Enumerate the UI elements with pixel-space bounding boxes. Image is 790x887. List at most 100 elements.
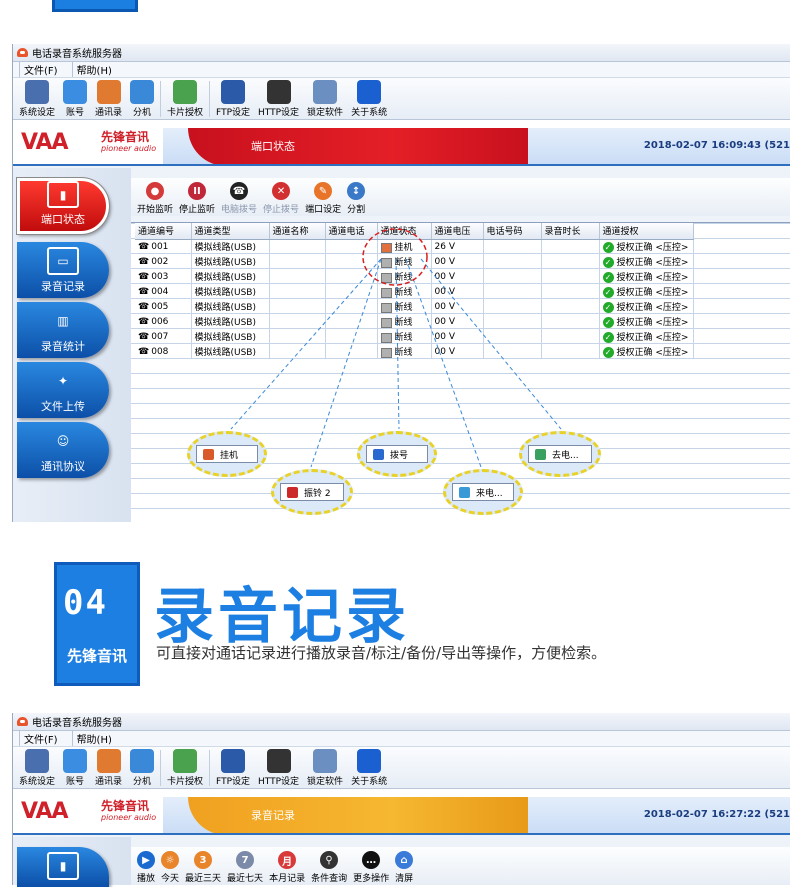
banner-datetime: 2018-02-07 16:09:43 (521	[643, 140, 790, 151]
menu-file[interactable]: 文件(F)	[19, 62, 62, 77]
nav-recordings[interactable]: ▭ 录音记录	[17, 242, 109, 298]
menu-bar: 文件(F) 帮助(H)	[13, 62, 790, 78]
toolbar-label: 卡片授权	[167, 777, 204, 787]
brand-logo-cn: 先锋音讯	[101, 130, 150, 144]
notebook-icon	[96, 749, 121, 773]
nav-port-status[interactable]: ▮ 端口状态	[16, 177, 110, 235]
menu-help[interactable]: 帮助(H)	[71, 731, 116, 746]
main-toolbar: 系统设定 账号 通讯录 分机 卡片授权 FTP设定 HTTP设定 锁定软件 关于系统	[13, 78, 790, 120]
main-panel: ● 开始监听 II 停止监听 ☎ 电脑拨号 ✕ 停止拨号 ✎ 端口设定 ↕ 分割 通道编号 通道类型 通道…	[131, 178, 790, 522]
app-window-recordings: 电话录音系统服务器 文件(F) 帮助(H) 系统设定 账号 通讯录 分机 卡片授权 FTP…	[12, 713, 790, 887]
section-badge: 04 先锋音讯	[54, 562, 140, 686]
bar-chart-icon: ▥	[57, 314, 69, 328]
nav-label: 文件上传	[41, 400, 85, 413]
hangup-icon	[203, 448, 214, 460]
legend-bubble-dial: 拨号	[357, 431, 437, 477]
toolbar-button-2[interactable]: 通讯录	[95, 78, 122, 118]
toolbar-button-6[interactable]: HTTP设定	[258, 747, 299, 787]
control-button-0[interactable]: ▶ 播放	[137, 847, 155, 884]
toolbar-button-4[interactable]: 卡片授权	[167, 747, 203, 787]
section-description: 可直接对通话记录进行播放录音/标注/备份/导出等操作，方便检索。	[156, 644, 607, 662]
control-icon: ⌂	[395, 851, 414, 869]
toolbar-label: 关于系统	[351, 777, 388, 787]
toolbar-button-0[interactable]: 系统设定	[19, 78, 55, 118]
toolbar-label: 系统设定	[19, 777, 56, 787]
brand-logo-en: pioneer audio	[101, 813, 157, 822]
control-label: 最近三天	[185, 874, 222, 884]
toolbar-label: 锁定软件	[307, 777, 344, 787]
control-button-7[interactable]: ⌂ 清屏	[395, 847, 413, 884]
legend-bubble-ringing: 振铃 2	[271, 469, 353, 515]
toolbar-button-5[interactable]: FTP设定	[216, 78, 250, 118]
control-label: 分割	[347, 205, 366, 215]
toolbar-separator	[160, 750, 162, 786]
toolbar-button-1[interactable]: 账号	[63, 78, 88, 118]
toolbar-button-6[interactable]: HTTP设定	[258, 78, 299, 118]
control-button-3[interactable]: ✕ 停止拨号	[263, 178, 299, 215]
app-window-port-status: 电话录音系统服务器 文件(F) 帮助(H) 系统设定 账号 通讯录 分机 卡片授权 FTP…	[12, 44, 790, 522]
toolbar-button-5[interactable]: FTP设定	[216, 747, 250, 787]
people-icon: ☺	[56, 434, 70, 448]
toolbar-label: FTP设定	[216, 777, 250, 787]
toolbar-label: 通讯录	[95, 108, 123, 118]
legend-bubble-hangup: 挂机	[187, 431, 267, 477]
toolbar-label: 账号	[66, 777, 85, 787]
nav-statistics[interactable]: ▥ 录音统计	[17, 302, 109, 358]
control-button-1[interactable]: ☼ 今天	[161, 847, 179, 884]
control-button-4[interactable]: 月本月记录	[269, 847, 305, 884]
control-button-5[interactable]: ↕ 分割	[347, 178, 365, 215]
toolbar-button-0[interactable]: 系统设定	[19, 747, 55, 787]
port-grid: 通道编号 通道类型 通道名称 通道电话 通道状态 通道电压 电话号码 录音时长 通道授权 ☎ 00…	[131, 222, 790, 522]
menu-file[interactable]: 文件(F)	[19, 731, 62, 746]
nav-file-upload[interactable]: ✦ 文件上传	[17, 362, 109, 418]
banner-title: 录音记录	[251, 809, 295, 822]
window-title: 电话录音系统服务器	[32, 49, 122, 60]
toolbar-button-3[interactable]: 分机	[130, 78, 155, 118]
control-label: 电脑拨号	[221, 205, 258, 215]
control-button-4[interactable]: ✎ 端口设定	[305, 178, 341, 215]
banner-swoosh-red	[188, 128, 528, 164]
toolbar-button-3[interactable]: 分机	[130, 747, 155, 787]
control-button-3[interactable]: 7 最近七天	[227, 847, 263, 884]
nav-protocol[interactable]: ☺ 通讯协议	[17, 422, 109, 478]
nav-port-status[interactable]: ▮	[17, 847, 109, 887]
incoming-call-icon	[459, 486, 470, 498]
brand-logo-en: pioneer audio	[101, 144, 157, 153]
ftp-icon	[221, 80, 246, 104]
toolbar-button-4[interactable]: 卡片授权	[167, 78, 203, 118]
user-icon	[63, 749, 88, 773]
legend-label: 振铃 2	[304, 488, 331, 499]
control-button-6[interactable]: … 更多操作	[353, 847, 389, 884]
bell-icon	[287, 486, 298, 498]
control-label: 停止拨号	[263, 205, 300, 215]
toolbar-button-8[interactable]: 关于系统	[351, 78, 387, 118]
lock-icon	[313, 80, 338, 104]
banner-title: 端口状态	[251, 140, 295, 153]
toolbar-separator	[209, 81, 211, 117]
toolbar-label: FTP设定	[216, 108, 250, 118]
control-button-2[interactable]: 3 最近三天	[185, 847, 221, 884]
toolbar-button-7[interactable]: 锁定软件	[307, 747, 343, 787]
control-button-1[interactable]: II 停止监听	[179, 178, 215, 215]
control-button-5[interactable]: ⚲ 条件查询	[311, 847, 347, 884]
toolbar-separator	[209, 750, 211, 786]
toolbar-label: HTTP设定	[258, 777, 300, 787]
section-badge-label: 先锋音讯	[66, 647, 127, 665]
dial-icon	[373, 448, 384, 460]
control-label: 最近七天	[227, 874, 264, 884]
control-label: 端口设定	[305, 205, 342, 215]
section-number: 04	[63, 583, 108, 623]
legend-bubble-outgoing: 去电...	[519, 431, 601, 477]
toolbar-button-7[interactable]: 锁定软件	[307, 78, 343, 118]
control-button-2[interactable]: ☎ 电脑拨号	[221, 178, 257, 215]
toolbar-button-1[interactable]: 账号	[63, 747, 88, 787]
app-icon	[17, 48, 28, 57]
control-icon: II	[188, 182, 207, 200]
ftp-icon	[221, 749, 246, 773]
menu-help[interactable]: 帮助(H)	[71, 62, 116, 77]
brand-logo: VAA	[21, 799, 69, 824]
toolbar-button-2[interactable]: 通讯录	[95, 747, 122, 787]
gear-icon	[25, 80, 49, 104]
toolbar-button-8[interactable]: 关于系统	[351, 747, 387, 787]
control-button-0[interactable]: ● 开始监听	[137, 178, 173, 215]
